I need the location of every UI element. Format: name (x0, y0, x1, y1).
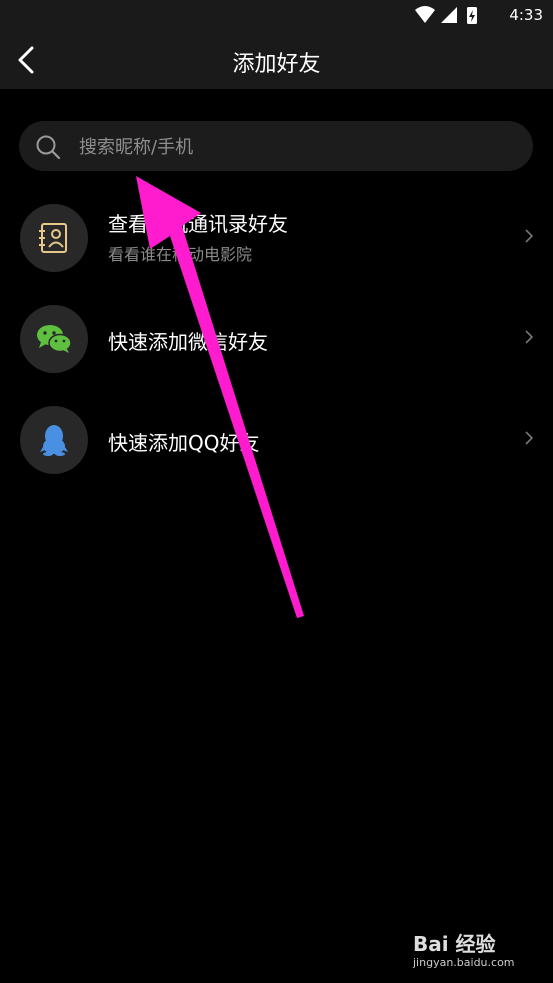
status-bar: 4:33 (0, 0, 553, 32)
list-item-title: 快速添加QQ好友 (108, 431, 260, 455)
list-item-contacts[interactable]: 查看手机通讯录好友 看看谁在移动电影院 (0, 198, 553, 278)
contacts-icon (20, 204, 88, 272)
list-item-qq[interactable]: 快速添加QQ好友 (0, 400, 553, 480)
list-item-subtitle: 看看谁在移动电影院 (108, 245, 253, 264)
page-title: 添加好友 (232, 52, 321, 77)
list-item-title: 查看手机通讯录好友 (108, 212, 288, 236)
nav-bar: 添加好友 (0, 32, 553, 89)
watermark-url: jingyan.baidu.com (413, 956, 515, 969)
wechat-icon (20, 305, 88, 373)
status-time: 4:33 (509, 6, 543, 24)
chevron-right-icon (525, 330, 534, 344)
search-input[interactable] (77, 121, 511, 173)
wifi-icon (415, 6, 435, 23)
qq-icon (20, 406, 88, 474)
watermark-logo: Bai 经验 (413, 932, 496, 956)
chevron-right-icon (525, 431, 534, 445)
signal-icon (441, 7, 457, 23)
list-item-title: 快速添加微信好友 (108, 330, 268, 354)
chevron-right-icon (525, 229, 534, 243)
search-bar[interactable] (19, 121, 533, 173)
baidu-watermark: Bai 经验 jingyan.baidu.com (413, 928, 523, 972)
list-item-wechat[interactable]: 快速添加微信好友 (0, 299, 553, 379)
status-icons (415, 6, 477, 24)
search-icon (36, 135, 61, 160)
